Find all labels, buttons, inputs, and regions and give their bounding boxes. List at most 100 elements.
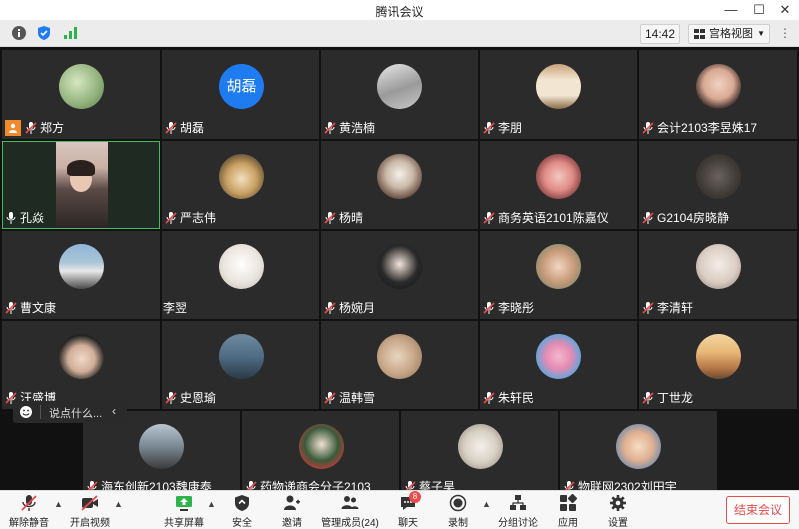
participant-avatar [377,64,422,109]
settings-label: 设置 [608,518,628,529]
participant-tile[interactable]: 李清轩 [639,231,797,319]
participant-tile[interactable]: 丁世龙 [639,321,797,409]
mic-muted-icon [642,122,654,134]
participant-tile[interactable]: 朱轩民 [480,321,637,409]
mic-muted-icon [87,481,98,490]
meeting-clock: 14:42 [640,24,680,44]
participant-tile[interactable]: 李翌 [162,231,319,319]
breakout-icon [510,495,526,510]
record-options-chevron-icon[interactable]: ▲ [482,499,491,509]
invite-button[interactable]: 邀请 [274,491,310,529]
participant-name: 物联网2302刘田宇 [578,480,677,490]
participant-name-tag: 孔焱 [5,210,48,226]
participant-tile[interactable]: 李晓彤 [480,231,637,319]
chat-quick-input[interactable]: 说点什么... ‹ [13,401,127,423]
mic-muted-icon [483,212,495,224]
participant-tile[interactable]: 胡磊 胡磊 [162,50,319,139]
mic-muted-icon [5,302,17,314]
participant-name-tag: 曹文康 [5,300,60,316]
participant-tile[interactable]: 曹文康 [2,231,160,319]
participant-name: 商务英语2101陈嘉仪 [498,211,609,225]
participant-tile[interactable]: 温韩雪 [321,321,478,409]
manage-members-button[interactable]: 管理成员(24) [320,491,380,529]
participant-avatar [536,244,581,289]
mic-muted-icon [483,302,495,314]
participant-avatar [536,334,581,379]
share-options-chevron-icon[interactable]: ▲ [207,499,216,509]
participant-tile[interactable]: 会计2103李昱姝17 [639,50,797,139]
mic-muted-icon [324,392,336,404]
participant-name-tag: 史恩瑜 [165,390,220,406]
participant-name: 温韩雪 [339,391,376,405]
participant-avatar [219,334,264,379]
share-screen-button[interactable]: 共享屏幕 [162,491,206,529]
breakout-rooms-button[interactable]: 分组讨论 [496,491,540,529]
participant-tile[interactable]: 物联网2302刘田宇 [560,411,717,490]
mic-muted-icon [642,212,654,224]
participant-avatar [59,244,104,289]
participant-tile[interactable]: 史恩瑜 [162,321,319,409]
end-meeting-button[interactable]: 结束会议 [726,496,790,524]
host-icon [5,120,21,136]
participant-name-tag: 温韩雪 [324,390,379,406]
participant-tile-video[interactable]: 孔焱 [2,141,160,229]
grid-icon [694,29,705,39]
participant-tile[interactable]: 药物递商会分子2103 [242,411,399,490]
participant-avatar [59,64,104,109]
maximize-button[interactable]: ☐ [746,0,772,20]
close-button[interactable]: ✕ [772,0,798,20]
audio-options-chevron-icon[interactable]: ▲ [54,499,63,509]
camera-off-icon [81,495,98,511]
participant-name: 严志伟 [180,211,217,225]
apps-icon [560,494,577,511]
mic-muted-icon [165,212,177,224]
record-button[interactable]: 录制 [440,491,476,529]
emoji-icon[interactable] [19,405,33,419]
participant-name-tag: 胡磊 [165,120,208,136]
signal-icon[interactable] [62,25,78,41]
view-mode-dropdown[interactable]: 宫格视图 ▼ [688,24,770,44]
participant-name: 孔焱 [20,211,45,225]
shield-icon[interactable] [36,25,52,41]
participant-tile[interactable]: 李朋 [480,50,637,139]
chat-label: 聊天 [398,518,418,529]
participant-name: 海东创新2103魏康泰 [101,480,212,490]
share-screen-label: 共享屏幕 [164,518,204,529]
apps-button[interactable]: 应用 [550,491,586,529]
participant-tile[interactable]: 汪盛博 [2,321,160,409]
participant-name-tag: 物联网2302刘田宇 [563,479,681,490]
participant-avatar [59,334,104,379]
mic-icon [6,212,16,224]
invite-label: 邀请 [282,518,302,529]
settings-button[interactable]: 设置 [600,491,636,529]
participant-name-tag: 李清轩 [642,300,697,316]
participant-avatar: 胡磊 [219,64,264,109]
collapse-chevron-icon[interactable]: ‹ [112,404,116,418]
mic-muted-icon [324,302,336,314]
participant-tile[interactable]: 商务英语2101陈嘉仪 [480,141,637,229]
participant-tile[interactable]: 黄浩楠 [321,50,478,139]
mic-muted-icon [165,392,177,404]
view-mode-label: 宫格视图 [709,28,753,40]
security-label: 安全 [232,518,252,529]
meeting-controls: 解除静音 ▲ 开启视频 ▲ 共享屏幕 ▲ 安全 邀请 管理成员(24) 聊天 8… [0,490,799,529]
participant-tile[interactable]: 蔡子昊 [401,411,558,490]
mic-muted-icon [246,481,257,490]
mic-muted-icon [564,481,575,490]
info-icon[interactable] [11,25,27,41]
participant-tile[interactable]: G2104房晓静 [639,141,797,229]
participant-tile[interactable]: 杨晴 [321,141,478,229]
participant-avatar [696,154,741,199]
participant-avatar [377,334,422,379]
more-options-icon[interactable]: ⋮ [778,25,792,41]
chat-input-placeholder[interactable]: 说点什么... [49,405,102,421]
participant-tile[interactable]: 杨婉月 [321,231,478,319]
unmute-button[interactable]: 解除静音 [6,491,52,529]
start-video-button[interactable]: 开启视频 [68,491,112,529]
participant-tile[interactable]: 严志伟 [162,141,319,229]
participant-tile[interactable]: 郑方 [2,50,160,139]
gear-icon [610,495,626,511]
video-options-chevron-icon[interactable]: ▲ [114,499,123,509]
security-button[interactable]: 安全 [224,491,260,529]
minimize-button[interactable]: — [718,0,744,20]
